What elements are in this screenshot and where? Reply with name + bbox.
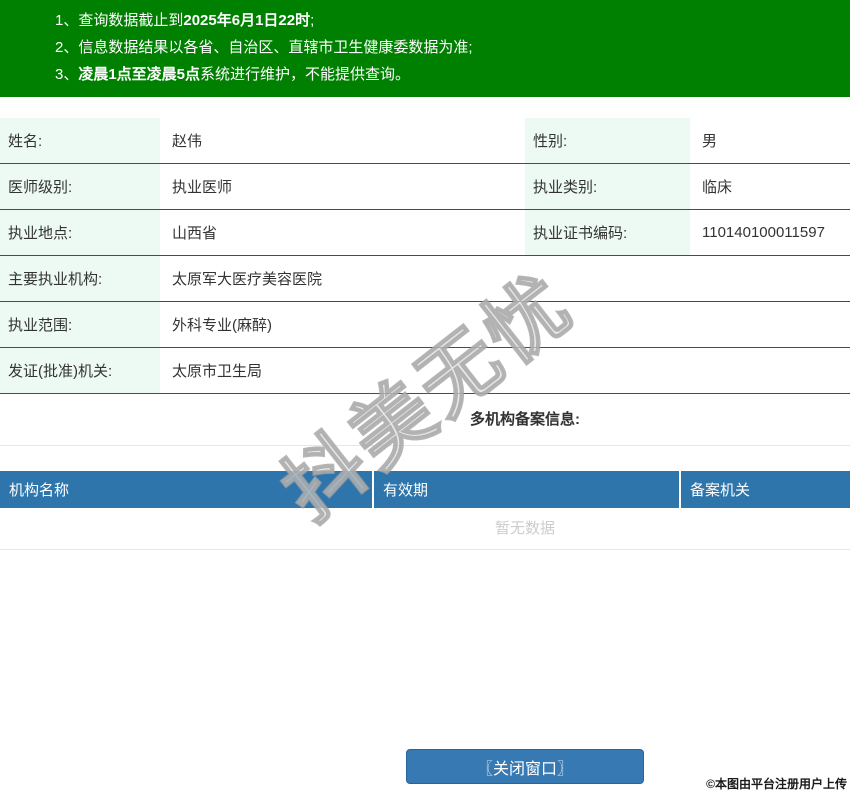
column-header-institution-name: 机构名称 <box>9 482 70 499</box>
notice-line-2: 2、信息数据结果以各省、自治区、直辖市卫生健康委数据为准; <box>55 34 840 61</box>
attribution-text: ©本图由平台注册用户上传 <box>706 777 847 791</box>
certificate-number-value: 110140100011597 <box>690 210 850 255</box>
gender-value: 男 <box>690 118 850 163</box>
notice-line-3-number: 3、 <box>55 66 79 83</box>
practice-location-value: 山西省 <box>160 210 525 255</box>
practice-scope-label: 执业范围: <box>0 302 160 347</box>
table-row: 执业范围: 外科专业(麻醉) <box>0 302 850 348</box>
doctor-profile-table: 姓名: 赵伟 性别: 男 医师级别: 执业医师 执业类别: 临床 执业地点: 山… <box>0 118 850 394</box>
notice-line-1-number: 1、 <box>55 12 79 29</box>
notice-banner: 1、查询数据截止到2025年6月1日22时; 2、信息数据结果以各省、自治区、直… <box>0 0 850 97</box>
practice-category-value: 临床 <box>690 164 850 209</box>
notice-line-2-number: 2、 <box>55 39 79 56</box>
notice-line-3-suffix: 系统进行维护，不能提供查询。 <box>200 66 411 83</box>
practice-location-label: 执业地点: <box>0 210 160 255</box>
gender-label: 性别: <box>525 118 690 163</box>
notice-line-3: 3、凌晨1点至凌晨5点系统进行维护，不能提供查询。 <box>55 61 840 88</box>
table-row: 执业地点: 山西省 执业证书编码: 110140100011597 <box>0 210 850 256</box>
notice-line-1-text: 查询数据截止到 <box>78 12 184 29</box>
main-institution-label: 主要执业机构: <box>0 256 160 301</box>
table-row: 发证(批准)机关: 太原市卫生局 <box>0 348 850 394</box>
table-row: 医师级别: 执业医师 执业类别: 临床 <box>0 164 850 210</box>
multi-org-section-title: 多机构备案信息: <box>0 394 850 446</box>
name-label: 姓名: <box>0 118 160 163</box>
practice-scope-value: 外科专业(麻醉) <box>160 302 850 347</box>
notice-line-3-bold: 凌晨1点至凌晨5点 <box>78 66 201 83</box>
practice-category-label: 执业类别: <box>525 164 690 209</box>
notice-line-2-text: 信息数据结果以各省、自治区、直辖市卫生健康委数据为准; <box>78 39 473 56</box>
notice-line-1-suffix: ; <box>310 12 315 29</box>
issuing-authority-label: 发证(批准)机关: <box>0 348 160 393</box>
close-window-button[interactable]: 〖关闭窗口〗 <box>406 749 644 784</box>
multi-org-table-header: 机构名称 有效期 备案机关 <box>0 471 850 508</box>
notice-line-1: 1、查询数据截止到2025年6月1日22时; <box>55 7 840 34</box>
certificate-number-label: 执业证书编码: <box>525 210 690 255</box>
name-value: 赵伟 <box>160 118 525 163</box>
doctor-level-value: 执业医师 <box>160 164 525 209</box>
table-row: 主要执业机构: 太原军大医疗美容医院 <box>0 256 850 302</box>
notice-line-1-bold: 2025年6月1日22时 <box>183 12 311 29</box>
column-header-filing-authority: 备案机关 <box>679 471 850 508</box>
doctor-level-label: 医师级别: <box>0 164 160 209</box>
issuing-authority-value: 太原市卫生局 <box>160 348 850 393</box>
no-data-message: 暂无数据 <box>0 508 850 550</box>
column-header-validity-period: 有效期 <box>372 471 679 508</box>
table-row: 姓名: 赵伟 性别: 男 <box>0 118 850 164</box>
main-institution-value: 太原军大医疗美容医院 <box>160 256 850 301</box>
